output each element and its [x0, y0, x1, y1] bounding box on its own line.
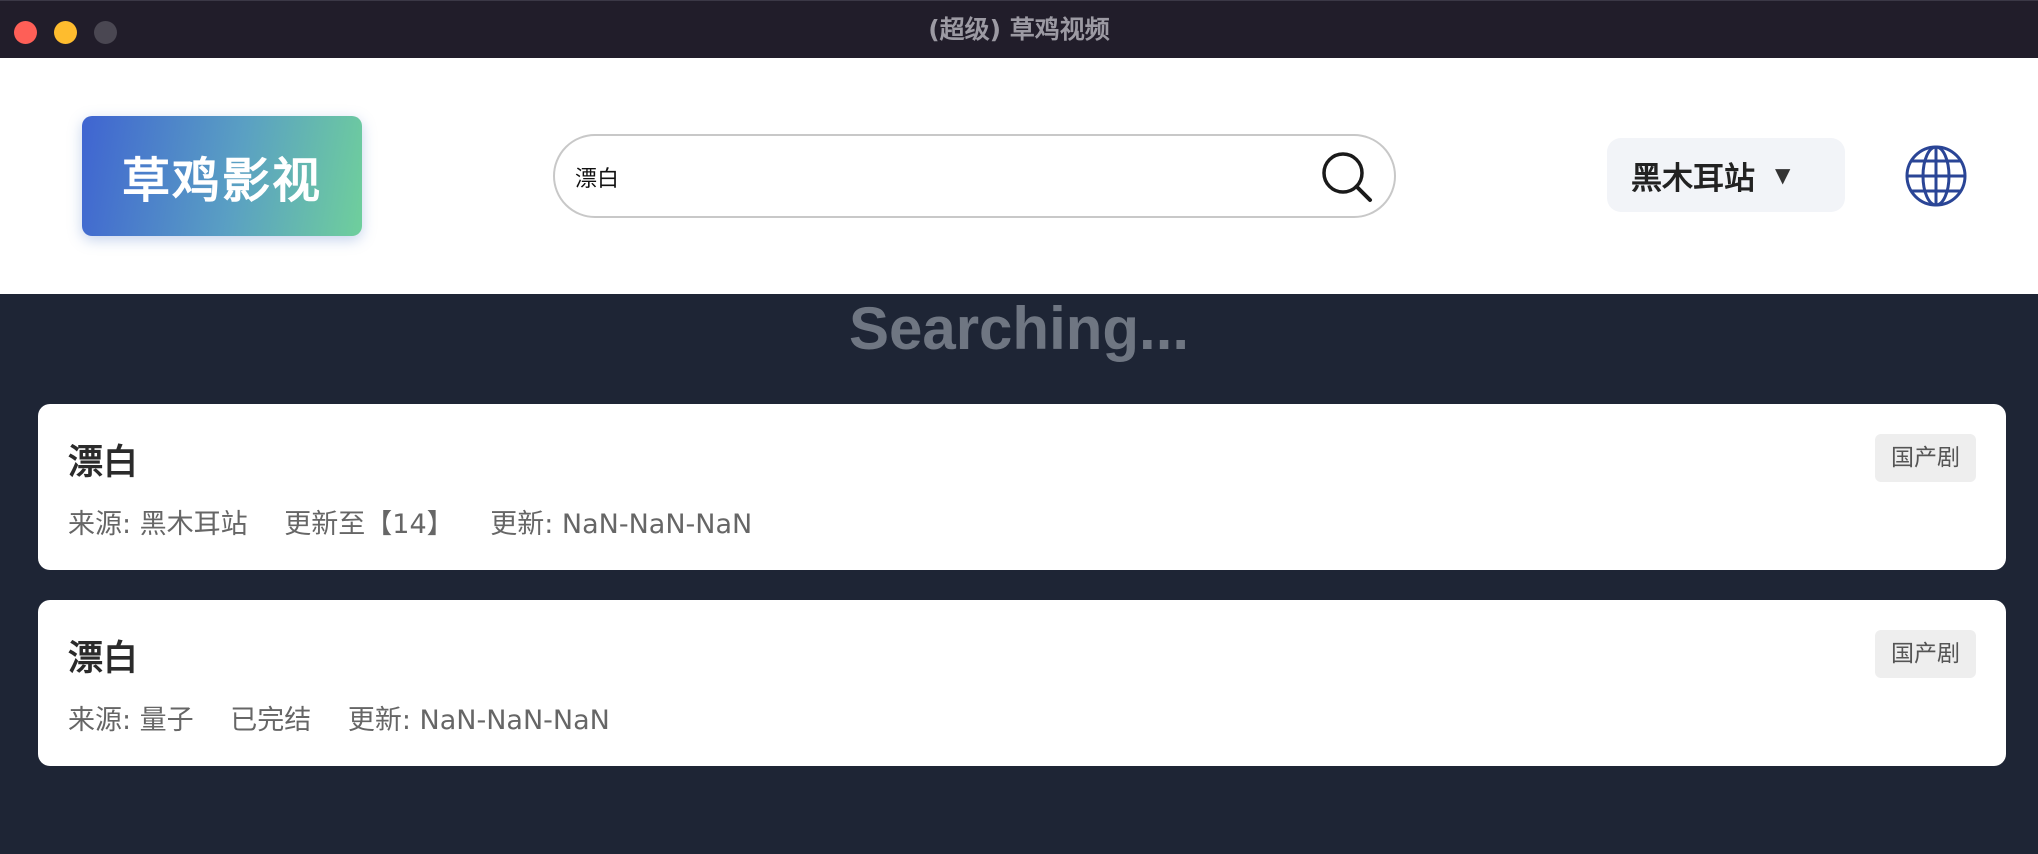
search-input[interactable] — [575, 156, 1295, 198]
result-episode: 更新至【14】 — [284, 509, 454, 540]
logo[interactable]: 草鸡影视 — [82, 116, 362, 236]
result-updated: 更新: NaN-NaN-NaN — [347, 705, 610, 736]
result-source: 来源: 量子 — [68, 705, 194, 736]
result-title: 漂白 — [68, 443, 139, 483]
result-category-badge: 国产剧 — [1875, 630, 1976, 678]
search-icon[interactable] — [1318, 148, 1378, 208]
window-titlebar: (超级) 草鸡视频 — [0, 0, 2038, 58]
result-updated: 更新: NaN-NaN-NaN — [490, 509, 753, 540]
result-title: 漂白 — [68, 639, 139, 679]
app-header: 草鸡影视 黑木耳站 ▼ — [0, 58, 2038, 294]
search-bar — [553, 134, 1396, 218]
chevron-down-icon: ▼ — [1775, 163, 1791, 187]
globe-icon[interactable] — [1904, 144, 1968, 208]
site-selector-dropdown[interactable]: 黑木耳站 ▼ — [1607, 138, 1845, 212]
site-selector-label: 黑木耳站 — [1631, 160, 1755, 197]
result-category-badge: 国产剧 — [1875, 434, 1976, 482]
result-meta: 来源: 量子 已完结 更新: NaN-NaN-NaN — [68, 698, 638, 737]
result-card[interactable]: 漂白 来源: 量子 已完结 更新: NaN-NaN-NaN 国产剧 — [38, 600, 2006, 766]
search-status-text: Searching... — [848, 295, 1190, 362]
result-source: 来源: 黑木耳站 — [68, 509, 248, 540]
result-card[interactable]: 漂白 来源: 黑木耳站 更新至【14】 更新: NaN-NaN-NaN 国产剧 — [38, 404, 2006, 570]
result-meta: 来源: 黑木耳站 更新至【14】 更新: NaN-NaN-NaN — [68, 502, 780, 541]
result-episode: 已完结 — [230, 705, 312, 736]
logo-text: 草鸡影视 — [121, 153, 322, 209]
window-title: (超级) 草鸡视频 — [928, 15, 1110, 44]
